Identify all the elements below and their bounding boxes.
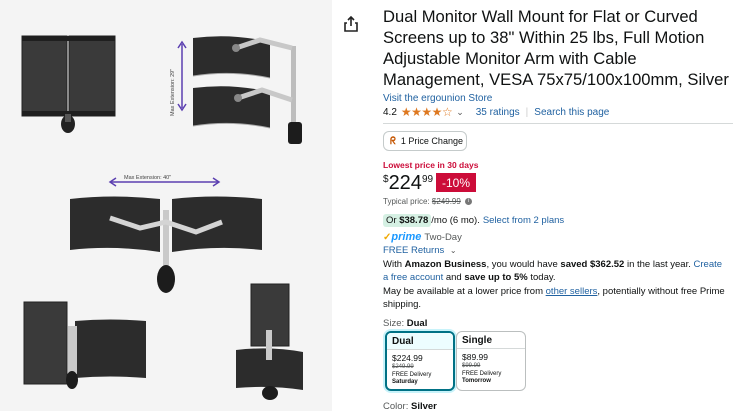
size-option-name: Single — [462, 335, 493, 346]
lowest-price-label: Lowest price in 30 days — [383, 160, 479, 170]
lower-price-notice: May be available at a lower price from o… — [383, 285, 728, 311]
typical-price-value: $249.99 — [431, 197, 461, 206]
price-change-label: 1 Price Change — [400, 136, 463, 146]
delivery-label: FREE Delivery — [462, 371, 502, 377]
monthly-prefix: Or — [386, 214, 400, 226]
divider: | — [525, 106, 529, 118]
lower-price-text: May be available at a lower price from — [383, 286, 546, 297]
prime-logo: prime — [391, 231, 422, 243]
size-option-price: $89.99 — [462, 352, 488, 362]
rating-value: 4.2 — [383, 106, 397, 118]
ratings-count-link[interactable]: 35 ratings — [476, 107, 520, 118]
business-text: , you would have — [486, 259, 561, 270]
discount-badge: -10% — [436, 173, 476, 192]
size-option-dual[interactable]: Dual $224.99 $249.99 FREE Delivery Saturd… — [385, 331, 455, 391]
business-text: and — [443, 272, 465, 283]
store-link[interactable]: Visit the ergounion Store — [383, 93, 492, 104]
business-brand: Amazon Business — [404, 259, 487, 270]
price-tag-icon: ᖇ — [390, 135, 396, 147]
price-fraction: 99 — [421, 174, 434, 185]
prime-badge: ✓ prime Two-Day — [383, 231, 462, 243]
business-savings: With Amazon Business, you would have sav… — [383, 258, 728, 284]
free-returns-link[interactable]: FREE Returns ⌄ — [383, 245, 457, 256]
chevron-down-icon[interactable]: ⌄ — [450, 246, 457, 255]
business-text: With — [383, 259, 405, 270]
business-text: in the last year. — [624, 259, 694, 270]
size-selected: Dual — [406, 318, 428, 329]
search-page-link[interactable]: Search this page — [534, 107, 609, 118]
typical-price: Typical price: $249.99 i — [383, 197, 473, 206]
color-selected: Silver — [410, 401, 437, 411]
size-option-delivery: FREE Delivery Saturday — [392, 372, 448, 386]
free-returns-label[interactable]: FREE Returns — [383, 245, 444, 256]
section-divider — [383, 123, 733, 124]
info-icon[interactable]: i — [465, 198, 473, 206]
delivery-label: FREE Delivery — [392, 372, 432, 378]
price: $ 224 99 — [383, 172, 433, 194]
other-sellers-link[interactable]: other sellers — [546, 286, 598, 297]
size-option-price: $224.99 — [392, 353, 423, 363]
business-save-percent: save up to 5% — [464, 272, 528, 283]
select-plans-link[interactable]: Select from 2 plans — [483, 215, 564, 226]
delivery-day: Tomorrow — [462, 378, 491, 384]
monthly-suffix: /mo (6 mo). — [431, 214, 480, 226]
monthly-pill: Or $38.78 — [383, 213, 432, 227]
price-change-button[interactable]: ᖇ 1 Price Change — [383, 131, 467, 151]
size-option-strike: $99.99 — [462, 363, 481, 369]
business-text: today. — [527, 272, 556, 283]
monthly-amount: $38.78 — [399, 214, 429, 226]
monthly-payment: Or $38.78 /mo (6 mo). Select from 2 plan… — [383, 212, 564, 228]
size-label: Size: Dual — [383, 318, 427, 329]
share-icon[interactable] — [343, 15, 359, 33]
size-option-single[interactable]: Single $89.99 $99.99 FREE Delivery Tomorr… — [456, 331, 526, 391]
size-label-text: Size: — [383, 318, 407, 329]
product-image[interactable]: Max Extension: 29" Max Extension: 40" — [0, 0, 332, 411]
typical-price-label: Typical price: — [383, 197, 432, 206]
rating-stars-icon[interactable]: ★★★★☆ — [401, 105, 453, 119]
extension-horizontal-label: Max Extension: 40" — [124, 175, 171, 181]
price-whole: 224 — [388, 172, 422, 194]
size-option-delivery: FREE Delivery Tomorrow — [462, 371, 520, 385]
delivery-day: Saturday — [392, 379, 418, 385]
prime-speed: Two-Day — [424, 231, 462, 243]
color-label: Color: Silver — [383, 401, 437, 411]
size-option-strike: $249.99 — [392, 364, 414, 370]
product-title: Dual Monitor Wall Mount for Flat or Curv… — [383, 7, 729, 89]
extension-vertical-label: Max Extension: 29" — [170, 69, 176, 116]
size-option-name: Dual — [387, 333, 453, 349]
color-label-text: Color: — [383, 401, 411, 411]
product-illustration: Max Extension: 29" Max Extension: 40" — [0, 0, 332, 411]
rating-row: 4.2 ★★★★☆ ⌄ 35 ratings | Search this pag… — [383, 105, 609, 119]
chevron-down-icon[interactable]: ⌄ — [456, 107, 464, 118]
business-savings-amount: saved $362.52 — [560, 259, 625, 270]
